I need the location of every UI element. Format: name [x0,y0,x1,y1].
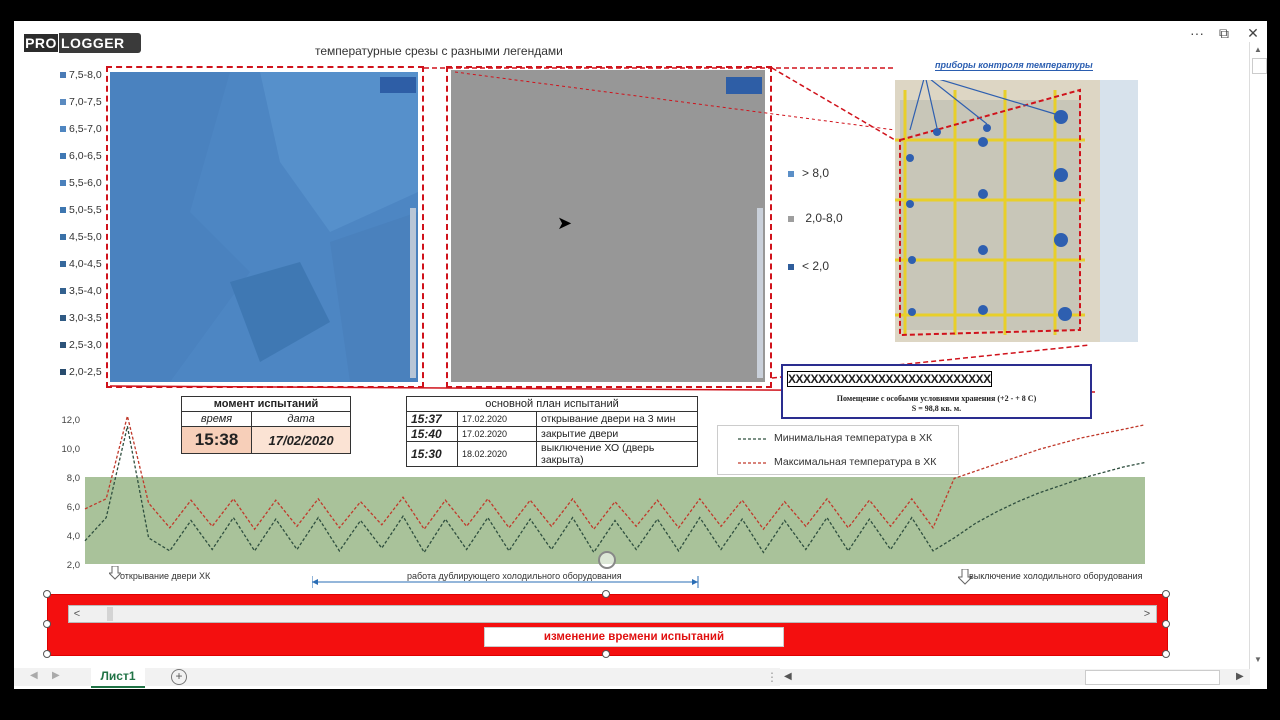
hscroll-left-icon[interactable]: ◀ [784,671,792,682]
legend-label: 8,0 [812,166,830,180]
prev-sheet-icon[interactable]: ◀ [30,670,38,681]
horizontal-scrollbar[interactable]: ◀ ▶ [780,669,1250,685]
y-tick-label: 8,0 [67,473,80,484]
resize-handle-l[interactable] [43,620,51,628]
y-tick-label: 12,0 [62,415,81,426]
resize-handle-b[interactable] [602,650,610,658]
legend-label: 2,0-8,0 [805,211,843,225]
annotation-backup: работа дублирующего холодильного оборудо… [405,571,624,581]
time-control-label: изменение времени испытаний [484,627,784,647]
time-scrollbar[interactable]: < > [68,605,1157,623]
legend-symbol: > [802,166,810,180]
scroll-up-icon[interactable]: ▲ [1254,45,1262,54]
legend-swatch [788,170,794,177]
y-tick-label: 4,0 [67,531,80,542]
resize-handle-tr[interactable] [1162,590,1170,598]
y-tick-label: 6,0 [67,502,80,513]
resize-handle-r[interactable] [1162,620,1170,628]
vertical-scrollbar[interactable]: ▲ ▼ [1249,42,1267,670]
sensors-caption: приборы контроля температуры [935,60,1093,71]
warehouse-photo [895,80,1138,342]
y-tick-label: 10,0 [62,444,81,455]
resize-handle-t[interactable] [602,590,610,598]
hscroll-right-icon[interactable]: ▶ [1236,671,1244,682]
legend-symbol: < [802,259,810,273]
warehouse-photo-drawing [895,80,1138,342]
add-sheet-icon[interactable]: + [171,669,187,685]
legend-right-item: < 2,0 [788,259,829,273]
legend-swatch [788,263,794,270]
scroll-right-icon[interactable]: > [1141,606,1153,622]
horizontal-scroll-thumb[interactable] [1085,670,1220,685]
y-tick-label: 2,0 [67,560,80,571]
temperature-chart: 12,0 10,0 8,0 6,0 4,0 2,0 [62,415,1146,571]
next-sheet-icon[interactable]: ▶ [52,670,60,681]
time-control-panel[interactable]: < > изменение времени испытаний [47,594,1168,656]
sheet-tab-list1[interactable]: Лист1 [91,668,145,688]
room-plan-strip: XXXXXXXXXXXXXXXXXXXXXXXXXXX [787,371,992,387]
vertical-scroll-thumb[interactable] [1252,58,1267,74]
legend-right-item: > 8,0 [788,166,829,180]
resize-handle-bl[interactable] [43,650,51,658]
annotation-shutdown: выключение холодильного оборудования [969,571,1143,581]
sheet-tab-bar: ◀ ▶ Лист1 + ⋮ [14,668,780,688]
rotate-handle-icon[interactable] [598,551,616,569]
legend-right-item: 2,0-8,0 [788,211,843,225]
annotation-door-open: открывание двери ХК [120,571,211,581]
tab-splitter-icon[interactable]: ⋮ [766,670,778,684]
legend-swatch [788,215,794,222]
resize-handle-tl[interactable] [43,590,51,598]
legend-label: 2,0 [812,259,830,273]
resize-handle-br[interactable] [1162,650,1170,658]
scroll-left-icon[interactable]: < [71,606,83,622]
room-plan-line1: Помещение с особыми условиями хранения (… [836,394,1037,403]
scroll-down-icon[interactable]: ▼ [1254,655,1262,664]
time-scrollbar-thumb[interactable] [107,607,113,621]
